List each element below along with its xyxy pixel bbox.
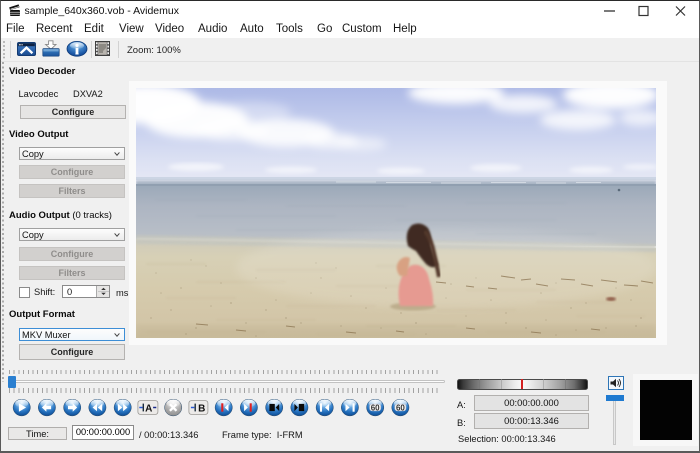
svg-text:60: 60 [371, 403, 380, 412]
svg-text:A: A [145, 403, 152, 414]
svg-text:60: 60 [396, 403, 405, 412]
svg-text:B: B [198, 403, 205, 414]
